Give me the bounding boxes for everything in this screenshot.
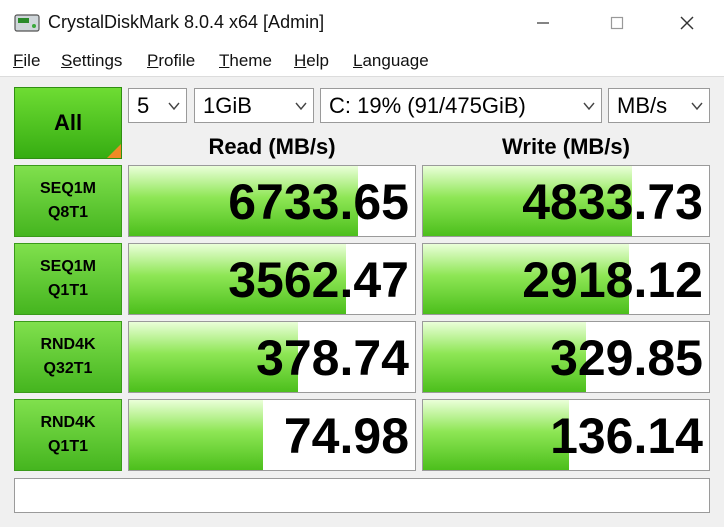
write-value: 4833.73 (522, 174, 703, 230)
menu-profile-label: rofile (158, 51, 196, 70)
chevron-down-icon (295, 102, 307, 111)
read-level-bar (129, 400, 264, 470)
menu-profile[interactable]: Profile (147, 51, 195, 71)
maximize-icon (610, 16, 624, 30)
chevron-down-icon (583, 102, 595, 111)
test-name-line1: RND4K (40, 336, 96, 353)
test-name-line1: SEQ1M (39, 180, 96, 197)
test-name-line1: RND4K (40, 414, 96, 431)
maximize-button[interactable] (594, 0, 640, 46)
menu-language-label: anguage (362, 51, 429, 70)
read-value: 3562.47 (228, 252, 409, 308)
close-button[interactable] (664, 0, 710, 46)
menu-help-label: elp (306, 51, 329, 70)
menu-profile-mnemonic: P (147, 51, 159, 70)
test-name-line2: Q1T1 (47, 438, 88, 455)
write-result-seq1m-q1t1: 2918.12 (422, 243, 710, 315)
menu-help[interactable]: Help (294, 51, 329, 71)
menu-bar: File Settings Profile Theme Help Languag… (0, 46, 724, 77)
read-header: Read (MB/s) (208, 134, 336, 159)
minimize-icon (537, 22, 549, 24)
comment-input[interactable] (14, 478, 710, 513)
drive-select[interactable]: C: 19% (91/475GiB) (320, 88, 602, 123)
write-value: 329.85 (550, 330, 703, 386)
write-result-rnd4k-q1t1: 136.14 (422, 399, 710, 471)
test-button-seq1m-q8t1[interactable]: SEQ1M Q8T1 (14, 165, 122, 237)
menu-settings-mnemonic: S (61, 51, 73, 70)
menu-settings[interactable]: Settings (61, 51, 122, 71)
write-result-seq1m-q8t1: 4833.73 (422, 165, 710, 237)
menu-theme-label: heme (229, 51, 272, 70)
read-result-seq1m-q8t1: 6733.65 (128, 165, 416, 237)
read-value: 74.98 (283, 408, 409, 464)
test-button-rnd4k-q32t1[interactable]: RND4K Q32T1 (14, 321, 122, 393)
write-level-bar (423, 400, 569, 470)
minimize-button[interactable] (520, 0, 566, 46)
window-title: CrystalDiskMark 8.0.4 x64 [Admin] (48, 12, 325, 32)
close-icon (680, 16, 694, 30)
write-result-rnd4k-q32t1: 329.85 (422, 321, 710, 393)
read-value: 378.74 (256, 330, 409, 386)
chevron-down-icon (168, 102, 180, 111)
menu-file-label: ile (23, 51, 41, 70)
drive-value: C: 19% (91/475GiB) (329, 93, 526, 118)
test-count-value: 5 (137, 93, 150, 118)
menu-theme-mnemonic: T (219, 51, 230, 70)
write-value: 2918.12 (522, 252, 703, 308)
read-result-seq1m-q1t1: 3562.47 (128, 243, 416, 315)
corner-marker (107, 144, 121, 158)
menu-file[interactable]: File (13, 51, 40, 71)
menu-settings-label: ettings (72, 51, 123, 70)
test-name-line2: Q32T1 (43, 360, 93, 377)
test-name-line2: Q8T1 (47, 204, 88, 221)
test-size-select[interactable]: 1GiB (194, 88, 314, 123)
test-count-select[interactable]: 5 (128, 88, 187, 123)
write-value: 136.14 (550, 408, 703, 464)
menu-help-mnemonic: H (294, 51, 307, 70)
chevron-down-icon (691, 102, 703, 111)
test-size-value: 1GiB (203, 93, 252, 118)
menu-language[interactable]: Language (353, 51, 429, 71)
disk-app-icon (14, 14, 40, 32)
test-name-line2: Q1T1 (47, 282, 88, 299)
read-result-rnd4k-q32t1: 378.74 (128, 321, 416, 393)
menu-file-mnemonic: F (13, 51, 24, 70)
read-value: 6733.65 (228, 174, 409, 230)
test-name-line1: SEQ1M (39, 258, 96, 275)
unit-value: MB/s (617, 93, 668, 118)
run-all-button[interactable]: All (14, 87, 122, 159)
unit-select[interactable]: MB/s (608, 88, 710, 123)
write-header: Write (MB/s) (502, 134, 630, 159)
read-result-rnd4k-q1t1: 74.98 (128, 399, 416, 471)
run-all-label: All (53, 110, 83, 135)
menu-theme[interactable]: Theme (219, 51, 272, 71)
title-bar: CrystalDiskMark 8.0.4 x64 [Admin] (0, 0, 724, 46)
test-button-rnd4k-q1t1[interactable]: RND4K Q1T1 (14, 399, 122, 471)
test-button-seq1m-q1t1[interactable]: SEQ1M Q1T1 (14, 243, 122, 315)
